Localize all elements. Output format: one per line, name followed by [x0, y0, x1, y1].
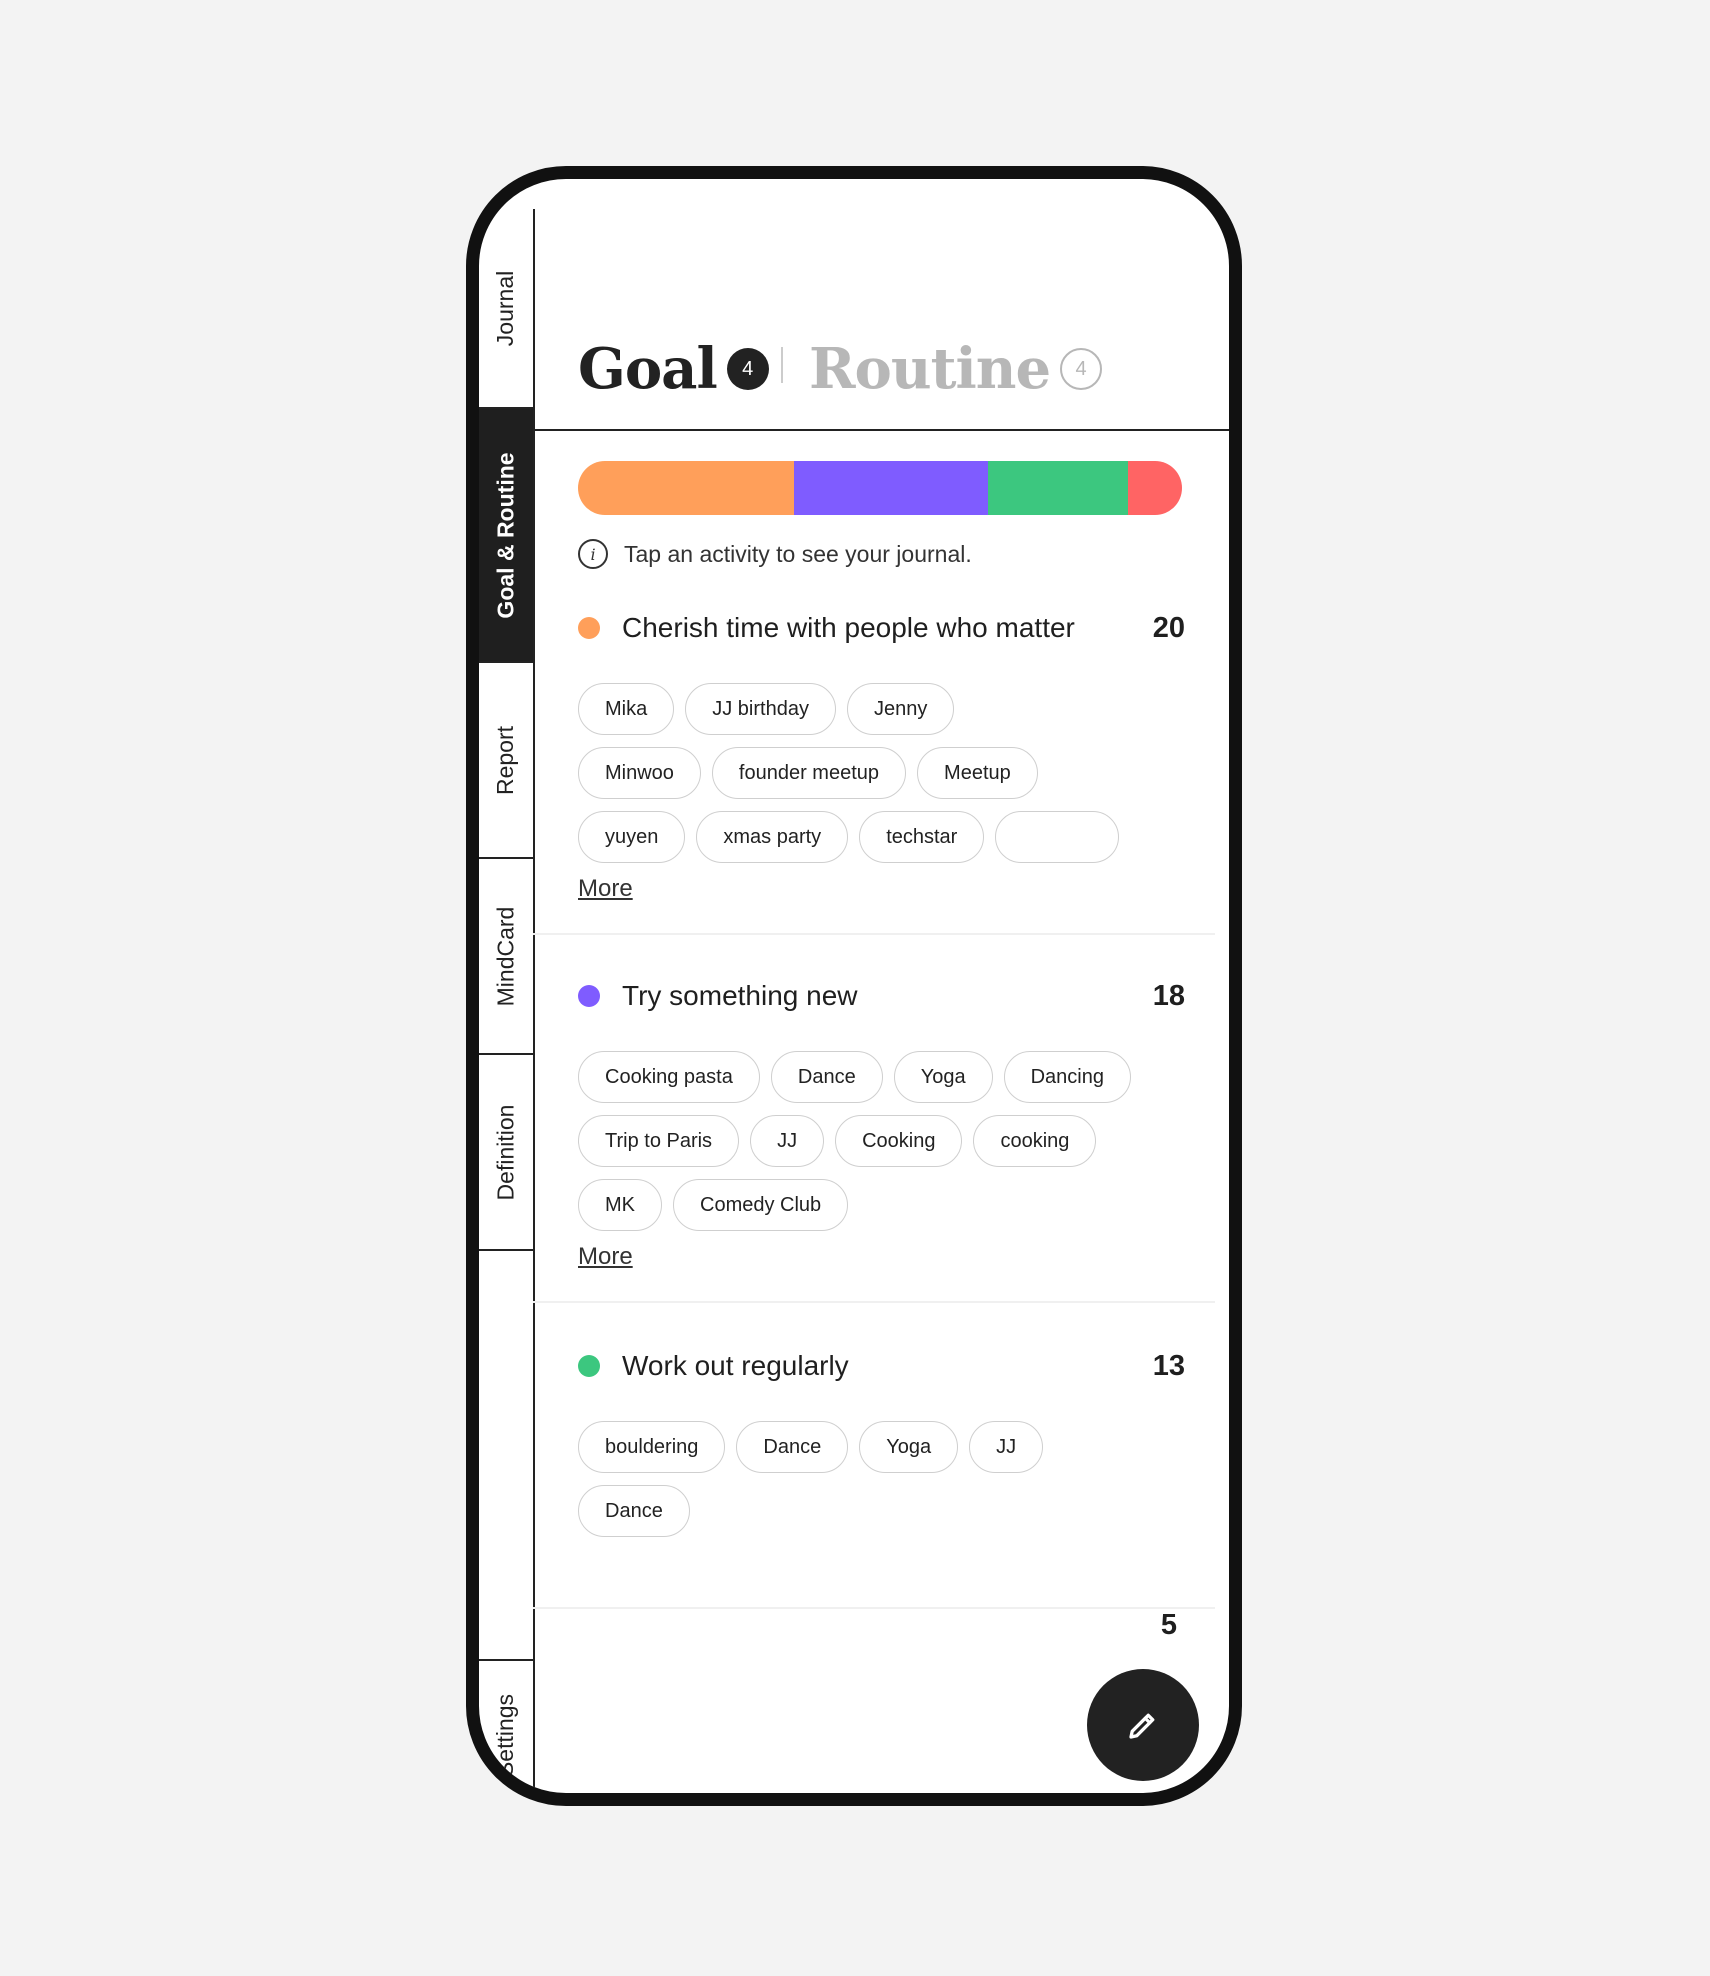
info-text: Tap an activity to see your journal.: [624, 540, 972, 567]
more-link[interactable]: More: [578, 1243, 633, 1271]
activity-tag[interactable]: Dance: [770, 1051, 883, 1103]
compose-button[interactable]: [1087, 1669, 1199, 1781]
nav-mindcard[interactable]: MindCard: [479, 859, 533, 1055]
tab-routine-badge: 4: [1060, 348, 1103, 390]
activity-tag[interactable]: bouldering: [578, 1421, 726, 1473]
side-nav: Journal Goal & Routine Report MindCard D…: [479, 209, 535, 1793]
activity-tag[interactable]: Trip to Paris: [578, 1115, 740, 1167]
goal-progress-bar: [578, 461, 1182, 515]
tag-row: Cooking pasta Dance Yoga Dancing: [578, 1051, 1165, 1103]
tag-row: MK Comedy Club: [578, 1179, 1165, 1231]
activity-tag[interactable]: JJ: [969, 1421, 1044, 1473]
goal-header[interactable]: Cherish time with people who matter 20: [578, 603, 1185, 653]
more-link[interactable]: More: [578, 875, 633, 903]
phone-frame: Journal Goal & Routine Report MindCard D…: [466, 166, 1242, 1806]
activity-tag[interactable]: Dance: [578, 1485, 690, 1537]
progress-segment: [793, 461, 988, 515]
goal-title: Cherish time with people who matter: [622, 612, 1075, 643]
goal-card: Try something new 18 Cooking pasta Dance Y…: [533, 971, 1215, 1303]
activity-tag[interactable]: Dancing: [1003, 1051, 1131, 1103]
nav-journal-label: Journal: [492, 270, 519, 346]
activity-tag[interactable]: Cooking: [835, 1115, 963, 1167]
nav-definition[interactable]: Definition: [479, 1055, 533, 1251]
progress-segment: [1128, 461, 1182, 515]
activity-tag[interactable]: Minwoo: [578, 747, 701, 799]
goal-header[interactable]: Try something new 18: [578, 971, 1185, 1021]
progress-segment: [578, 461, 794, 515]
tag-row: Trip to Paris JJ Cooking cooking: [578, 1115, 1165, 1167]
tag-list: Mika JJ birthday Jenny Minwoo founder meetup…: [578, 683, 1165, 875]
tab-goal-label: Goal: [578, 336, 718, 402]
activity-tag[interactable]: Yoga: [893, 1051, 993, 1103]
info-icon: i: [578, 539, 608, 569]
activity-tag[interactable]: Meetup: [917, 747, 1038, 799]
tab-goal[interactable]: Goal 4: [578, 309, 769, 429]
goal-count: 20: [1152, 611, 1185, 644]
tab-routine[interactable]: Routine 4: [809, 309, 1103, 429]
nav-goal-routine-label: Goal & Routine: [492, 451, 519, 619]
goal-count: 5: [1160, 1609, 1177, 1641]
nav-goal-routine[interactable]: Goal & Routine: [479, 409, 533, 663]
activity-tag[interactable]: founder meetup: [711, 747, 907, 799]
header: Goal 4 Routine 4: [533, 309, 1229, 431]
tag-row: Dance: [578, 1485, 1165, 1537]
activity-tag[interactable]: Comedy Club: [673, 1179, 849, 1231]
tag-row: yuyen xmas party techstar: [578, 811, 1165, 863]
activity-tag[interactable]: Mika: [578, 683, 675, 735]
goal-header[interactable]: Work out regularly 13: [578, 1341, 1185, 1391]
goal-color-dot: [578, 985, 600, 1007]
activity-tag[interactable]: yuyen: [578, 811, 686, 863]
activity-tag[interactable]: [995, 811, 1120, 863]
activity-tag[interactable]: Cooking pasta: [578, 1051, 760, 1103]
goal-color-dot: [578, 617, 600, 639]
pencil-icon: [1129, 1713, 1155, 1739]
goal-card: Work out regularly 13 bouldering Dance Yog…: [533, 1341, 1215, 1609]
activity-tag[interactable]: xmas party: [696, 811, 849, 863]
goal-content: i Tap an activity to see your journal. C…: [533, 431, 1229, 1793]
goal-color-dot: [578, 1355, 600, 1377]
goal-count: 13: [1152, 1349, 1185, 1382]
nav-definition-label: Definition: [492, 1104, 519, 1200]
goal-card: Cherish time with people who matter 20 M…: [533, 603, 1215, 935]
activity-tag[interactable]: Jenny: [846, 683, 955, 735]
activity-tag[interactable]: JJ: [750, 1115, 825, 1167]
nav-report[interactable]: Report: [479, 663, 533, 859]
info-hint: i Tap an activity to see your journal.: [578, 539, 972, 569]
activity-tag[interactable]: techstar: [859, 811, 985, 863]
nav-settings[interactable]: Settings: [479, 1659, 533, 1793]
tab-goal-badge: 4: [726, 348, 769, 390]
nav-journal[interactable]: Journal: [479, 209, 533, 409]
activity-tag[interactable]: Yoga: [859, 1421, 959, 1473]
tag-row: bouldering Dance Yoga JJ: [578, 1421, 1165, 1473]
nav-mindcard-label: MindCard: [492, 906, 519, 1006]
tag-row: Mika JJ birthday Jenny: [578, 683, 1165, 735]
progress-segment: [987, 461, 1129, 515]
activity-tag[interactable]: MK: [578, 1179, 662, 1231]
activity-tag[interactable]: JJ birthday: [685, 683, 836, 735]
goal-title: Work out regularly: [622, 1350, 849, 1381]
tab-divider: [781, 347, 783, 383]
activity-tag[interactable]: Dance: [736, 1421, 849, 1473]
activity-tag[interactable]: cooking: [973, 1115, 1097, 1167]
tag-list: bouldering Dance Yoga JJ Dance: [578, 1421, 1165, 1549]
tag-list: Cooking pasta Dance Yoga Dancing Trip to Par…: [578, 1051, 1165, 1243]
nav-settings-label: Settings: [492, 1693, 519, 1777]
tag-row: Minwoo founder meetup Meetup: [578, 747, 1165, 799]
goal-title: Try something new: [622, 980, 858, 1011]
tab-routine-label: Routine: [809, 336, 1051, 402]
nav-report-label: Report: [492, 725, 519, 795]
goal-count: 18: [1152, 979, 1185, 1012]
